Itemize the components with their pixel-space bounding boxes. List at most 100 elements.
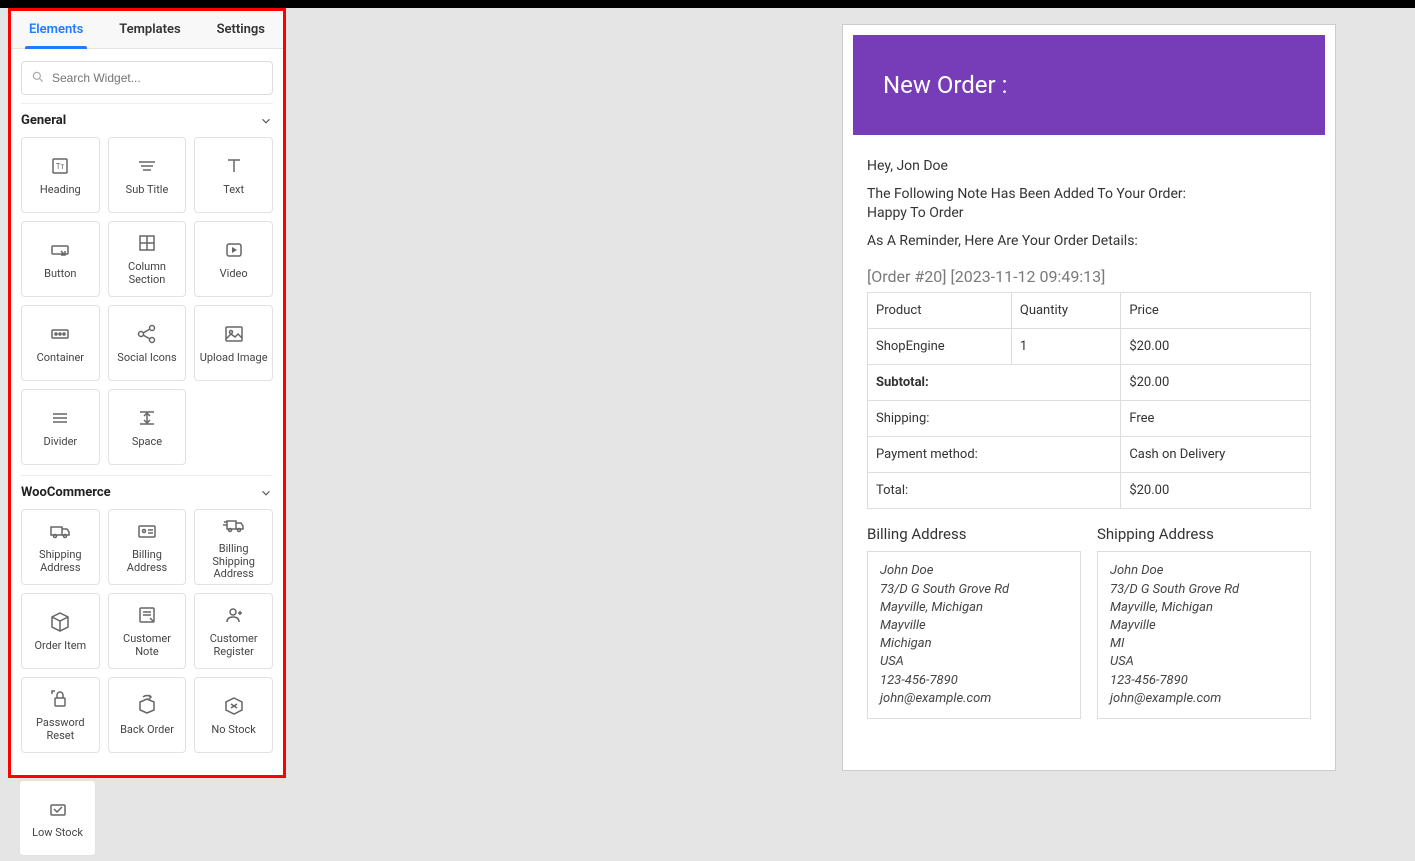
email-greeting: Hey, Jon Doe: [867, 157, 1311, 177]
order-table: Product Quantity Price ShopEngine 1 $20.…: [867, 292, 1311, 509]
email-note-text: Happy To Order: [867, 205, 964, 221]
tab-settings[interactable]: Settings: [211, 11, 271, 48]
widget-no-stock[interactable]: No Stock: [194, 677, 273, 753]
widget-billing-address[interactable]: Billing Address: [108, 509, 187, 585]
section-general: General TтHeading Sub Title Text Button …: [11, 103, 283, 475]
widget-container[interactable]: Container: [21, 305, 100, 381]
grid-icon: [135, 231, 159, 255]
widget-low-stock[interactable]: Low Stock: [19, 780, 96, 856]
sidebar-tabs: Elements Templates Settings: [11, 11, 283, 49]
addr-line: 123-456-7890: [880, 672, 1068, 690]
email-preview: New Order : Hey, Jon Doe The Following N…: [842, 24, 1336, 771]
subtitle-icon: [135, 154, 159, 178]
truck-icon: [48, 519, 72, 543]
email-body: Hey, Jon Doe The Following Note Has Been…: [853, 135, 1325, 719]
widget-heading[interactable]: TтHeading: [21, 137, 100, 213]
widget-grid-woocommerce: Shipping Address Billing Address Billing…: [21, 509, 273, 763]
table-row: ShopEngine 1 $20.00: [868, 329, 1311, 365]
chevron-down-icon: [259, 486, 273, 500]
box-empty-icon: [222, 694, 246, 718]
widget-label: Billing Address: [113, 549, 182, 574]
widget-customer-register[interactable]: Customer Register: [194, 593, 273, 669]
chevron-down-icon: [259, 114, 273, 128]
widget-divider[interactable]: Divider: [21, 389, 100, 465]
widget-video[interactable]: Video: [194, 221, 273, 297]
widget-label: Customer Register: [199, 633, 268, 658]
box-return-icon: [135, 694, 159, 718]
widget-column-section[interactable]: Column Section: [108, 221, 187, 297]
addr-line: Mayville: [880, 617, 1068, 635]
widget-label: Low Stock: [32, 827, 83, 840]
widget-shipping-address[interactable]: Shipping Address: [21, 509, 100, 585]
widget-label: Text: [223, 184, 244, 197]
shipping-column: Shipping Address John Doe 73/D G South G…: [1097, 525, 1311, 719]
section-head-general[interactable]: General: [21, 103, 273, 137]
addr-line: Mayville: [1110, 617, 1298, 635]
box-icon: [48, 610, 72, 634]
widget-upload-image[interactable]: Upload Image: [194, 305, 273, 381]
widget-label: Button: [44, 268, 76, 281]
widget-label: Container: [37, 352, 84, 365]
table-head-row: Product Quantity Price: [868, 293, 1311, 329]
email-header: New Order :: [853, 35, 1325, 135]
sidebar-highlight-box: Elements Templates Settings General TтHe…: [8, 8, 286, 778]
widget-password-reset[interactable]: Password Reset: [21, 677, 100, 753]
divider-icon: [48, 406, 72, 430]
section-head-woocommerce[interactable]: WooCommerce: [21, 475, 273, 509]
widget-text[interactable]: Text: [194, 137, 273, 213]
truck-fast-icon: [222, 513, 246, 537]
search-icon: [31, 70, 45, 84]
addr-line: Mayville, Michigan: [1110, 599, 1298, 617]
widget-label: Shipping Address: [26, 549, 95, 574]
widget-label: Divider: [43, 436, 77, 449]
user-plus-icon: [222, 603, 246, 627]
widget-label: Billing Shipping Address: [199, 543, 268, 581]
shipping-title: Shipping Address: [1097, 525, 1311, 543]
sidebar: Elements Templates Settings General TтHe…: [11, 11, 283, 775]
addr-line: USA: [880, 653, 1068, 671]
addr-line: john@example.com: [1110, 690, 1298, 708]
email-reminder: As A Reminder, Here Are Your Order Detai…: [867, 232, 1311, 252]
tab-elements[interactable]: Elements: [23, 11, 89, 48]
lock-reset-icon: [48, 687, 72, 711]
th-product: Product: [868, 293, 1012, 329]
widget-back-order[interactable]: Back Order: [108, 677, 187, 753]
billing-column: Billing Address John Doe 73/D G South Gr…: [867, 525, 1081, 719]
section-woocommerce: WooCommerce Shipping Address Billing Add…: [11, 475, 283, 763]
addr-line: john@example.com: [880, 690, 1068, 708]
shipping-label: Shipping:: [868, 401, 1121, 437]
addr-line: Mayville, Michigan: [880, 599, 1068, 617]
subtotal-value: $20.00: [1121, 365, 1311, 401]
widget-label: Password Reset: [26, 717, 95, 742]
extra-widget-wrap: Low Stock: [19, 780, 96, 856]
cell-price: $20.00: [1121, 329, 1311, 365]
total-value: $20.00: [1121, 473, 1311, 509]
search-input[interactable]: [21, 61, 273, 95]
addr-line: 123-456-7890: [1110, 672, 1298, 690]
widget-customer-note[interactable]: Customer Note: [108, 593, 187, 669]
widget-billing-shipping-address[interactable]: Billing Shipping Address: [194, 509, 273, 585]
widget-label: Back Order: [120, 724, 174, 737]
widget-social-icons[interactable]: Social Icons: [108, 305, 187, 381]
addr-line: 73/D G South Grove Rd: [880, 581, 1068, 599]
widget-label: Column Section: [113, 261, 182, 286]
tab-templates[interactable]: Templates: [113, 11, 186, 48]
shipping-value: Free: [1121, 401, 1311, 437]
section-title-woocommerce: WooCommerce: [21, 485, 111, 500]
widget-grid-general: TтHeading Sub Title Text Button Column S…: [21, 137, 273, 475]
email-title: New Order :: [883, 71, 1007, 99]
addr-line: John Doe: [880, 562, 1068, 580]
widget-space[interactable]: Space: [108, 389, 187, 465]
widget-order-item[interactable]: Order Item: [21, 593, 100, 669]
billing-box: John Doe 73/D G South Grove Rd Mayville,…: [867, 551, 1081, 719]
video-icon: [222, 238, 246, 262]
payment-label: Payment method:: [868, 437, 1121, 473]
search-wrap: [11, 49, 283, 103]
text-icon: [222, 154, 246, 178]
widget-subtitle[interactable]: Sub Title: [108, 137, 187, 213]
shipping-box: John Doe 73/D G South Grove Rd Mayville,…: [1097, 551, 1311, 719]
widget-button[interactable]: Button: [21, 221, 100, 297]
th-quantity: Quantity: [1011, 293, 1120, 329]
addr-line: John Doe: [1110, 562, 1298, 580]
widget-label: Upload Image: [200, 352, 268, 365]
